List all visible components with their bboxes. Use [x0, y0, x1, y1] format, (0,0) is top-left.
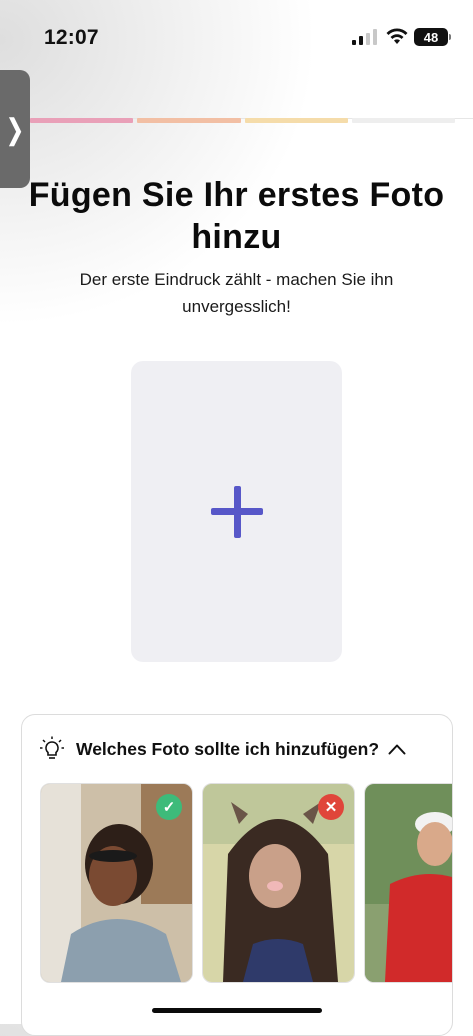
example-photos: ✓ ✕	[40, 783, 452, 983]
photo-tips-toggle[interactable]: Welches Foto sollte ich hinzufügen?	[40, 735, 435, 763]
example-photo-good: ✓	[40, 783, 193, 983]
lightbulb-icon	[40, 736, 64, 759]
photo-tips-title: Welches Foto sollte ich hinzufügen?	[76, 738, 380, 759]
home-indicator	[152, 1008, 322, 1013]
battery-level-text: 48	[423, 29, 439, 45]
portrait-image	[365, 784, 452, 982]
battery-icon: 48	[414, 28, 451, 46]
progress-step-3	[244, 118, 348, 123]
progress-step-2	[137, 118, 241, 123]
photo-tips-card: Welches Foto sollte ich hinzufügen? ✓ ✕	[21, 714, 453, 1036]
check-badge-icon: ✓	[156, 794, 182, 820]
page-subtitle: Der erste Eindruck zählt - machen Sie ih…	[79, 270, 394, 316]
chevron-up-icon	[388, 744, 406, 755]
side-panel-handle[interactable]: ❭	[0, 70, 30, 188]
page-title: Fügen Sie Ihr erstes Foto hinzu	[28, 176, 445, 256]
progress-step-1	[30, 118, 134, 123]
status-bar: 12:07 48	[0, 0, 473, 70]
example-photo-bad: ✕	[202, 783, 355, 983]
plus-icon	[210, 485, 263, 538]
wifi-icon	[386, 28, 408, 44]
cellular-signal-icon	[352, 29, 377, 45]
example-photo	[364, 783, 452, 983]
onboarding-progress	[30, 118, 455, 123]
progress-step-4	[351, 118, 455, 123]
chevron-right-icon: ❭	[3, 113, 27, 145]
cross-badge-icon: ✕	[318, 794, 344, 820]
status-time: 12:07	[44, 26, 99, 49]
add-photo-button[interactable]	[131, 361, 342, 662]
